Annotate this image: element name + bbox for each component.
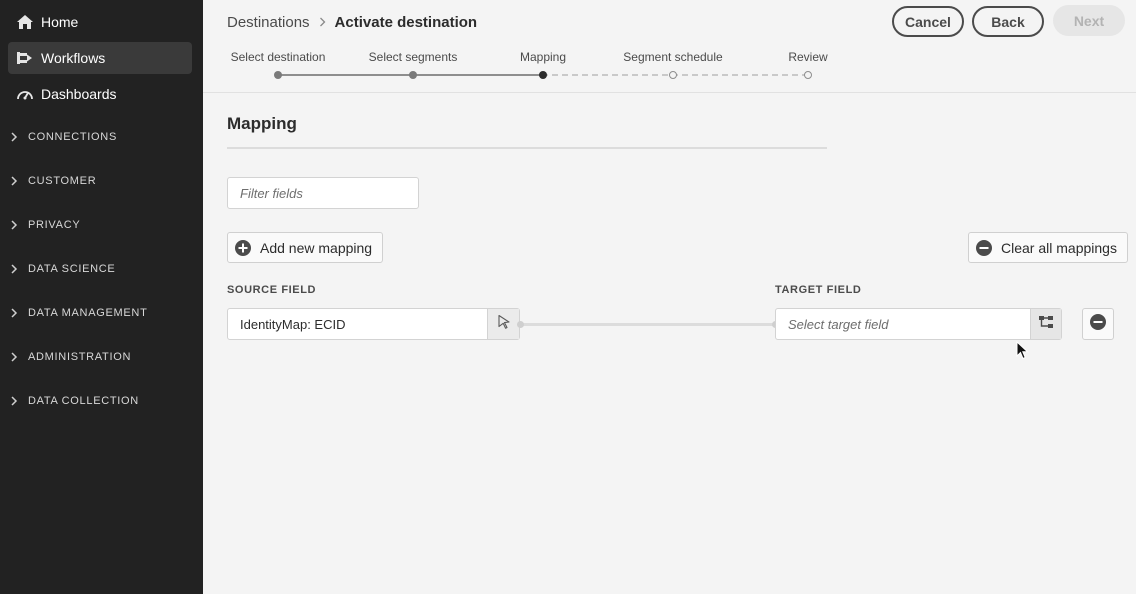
breadcrumb-current: Activate destination bbox=[334, 13, 478, 31]
step-dot-select-segments bbox=[409, 71, 417, 79]
sidebar-group-label: DATA COLLECTION bbox=[28, 395, 139, 407]
clear-all-mappings-button[interactable]: Clear all mappings bbox=[968, 232, 1128, 263]
clear-all-mappings-label: Clear all mappings bbox=[1001, 239, 1117, 256]
sidebar-group-connections[interactable]: CONNECTIONS bbox=[0, 123, 203, 151]
sidebar-item-workflows[interactable]: Workflows bbox=[8, 42, 192, 74]
target-field-value: Select target field bbox=[788, 316, 889, 332]
sidebar-group-data-collection[interactable]: DATA COLLECTION bbox=[0, 387, 203, 415]
filter-fields-input[interactable] bbox=[227, 177, 419, 209]
home-icon bbox=[16, 13, 34, 31]
sidebar-group-label: CONNECTIONS bbox=[28, 131, 117, 143]
step-dot-select-destination bbox=[274, 71, 282, 79]
step-label-select-segments: Select segments bbox=[368, 50, 458, 64]
page-header: Destinations Activate destination Cancel… bbox=[203, 0, 1136, 93]
step-label-mapping: Mapping bbox=[519, 50, 567, 64]
sidebar-item-label: Home bbox=[41, 14, 79, 30]
sidebar-item-dashboards[interactable]: Dashboards bbox=[8, 78, 192, 110]
chevron-right-icon bbox=[10, 352, 20, 362]
next-button[interactable]: Next bbox=[1053, 5, 1125, 36]
sidebar-group-privacy[interactable]: PRIVACY bbox=[0, 211, 203, 239]
sidebar-item-label: Dashboards bbox=[41, 86, 117, 102]
connector-start-dot bbox=[517, 321, 524, 328]
back-button[interactable]: Back bbox=[972, 6, 1044, 37]
add-circle-icon bbox=[235, 239, 251, 256]
chevron-right-icon bbox=[319, 17, 326, 27]
sidebar-group-label: PRIVACY bbox=[28, 219, 81, 231]
sidebar-group-label: DATA SCIENCE bbox=[28, 263, 116, 275]
step-label-review: Review bbox=[788, 50, 828, 64]
chevron-right-icon bbox=[10, 132, 20, 142]
sidebar-group-data-management[interactable]: DATA MANAGEMENT bbox=[0, 299, 203, 327]
sidebar-item-label: Workflows bbox=[41, 50, 106, 66]
step-label-select-destination: Select destination bbox=[230, 50, 326, 64]
breadcrumb: Destinations Activate destination bbox=[227, 12, 477, 32]
workflow-icon bbox=[16, 49, 34, 67]
sidebar-group-administration[interactable]: ADMINISTRATION bbox=[0, 343, 203, 371]
remove-circle-icon bbox=[976, 239, 992, 256]
chevron-right-icon bbox=[10, 220, 20, 230]
source-select-button[interactable] bbox=[487, 309, 519, 339]
dashboard-icon bbox=[16, 85, 34, 103]
sidebar-group-customer[interactable]: CUSTOMER bbox=[0, 167, 203, 195]
mouse-cursor-icon bbox=[1016, 341, 1029, 360]
step-dot-review bbox=[804, 71, 812, 79]
mapping-connector bbox=[520, 323, 776, 326]
cancel-button[interactable]: Cancel bbox=[892, 6, 964, 37]
step-dot-mapping bbox=[539, 71, 547, 79]
step-dot-segment-schedule bbox=[669, 71, 677, 79]
remove-circle-icon bbox=[1090, 313, 1106, 335]
schema-tree-icon bbox=[1038, 315, 1054, 334]
target-field-header: TARGET FIELD bbox=[775, 284, 862, 296]
chevron-right-icon bbox=[10, 396, 20, 406]
sidebar-group-data-science[interactable]: DATA SCIENCE bbox=[0, 255, 203, 283]
source-field-header: SOURCE FIELD bbox=[227, 284, 317, 296]
chevron-right-icon bbox=[10, 308, 20, 318]
sidebar: Home Workflows Dashboards CONNECTIONS CU… bbox=[0, 0, 203, 594]
sidebar-group-label: CUSTOMER bbox=[28, 175, 97, 187]
sidebar-item-home[interactable]: Home bbox=[8, 6, 192, 38]
step-indicator: Select destination Select segments Mappi… bbox=[203, 48, 1136, 88]
section-title: Mapping bbox=[227, 114, 297, 133]
source-field[interactable]: IdentityMap: ECID bbox=[227, 308, 520, 340]
add-new-mapping-button[interactable]: Add new mapping bbox=[227, 232, 384, 263]
chevron-right-icon bbox=[10, 264, 20, 274]
add-new-mapping-label: Add new mapping bbox=[260, 239, 373, 256]
section-divider bbox=[227, 147, 827, 149]
breadcrumb-destinations[interactable]: Destinations bbox=[227, 14, 310, 31]
sidebar-group-label: ADMINISTRATION bbox=[28, 351, 132, 363]
step-label-segment-schedule: Segment schedule bbox=[623, 50, 723, 64]
chevron-right-icon bbox=[10, 176, 20, 186]
pointer-icon bbox=[497, 314, 511, 334]
target-schema-button[interactable] bbox=[1030, 309, 1061, 339]
remove-mapping-button[interactable] bbox=[1082, 308, 1114, 340]
target-field[interactable]: Select target field bbox=[775, 308, 1062, 340]
source-field-value: IdentityMap: ECID bbox=[240, 316, 346, 332]
sidebar-group-label: DATA MANAGEMENT bbox=[28, 307, 148, 319]
